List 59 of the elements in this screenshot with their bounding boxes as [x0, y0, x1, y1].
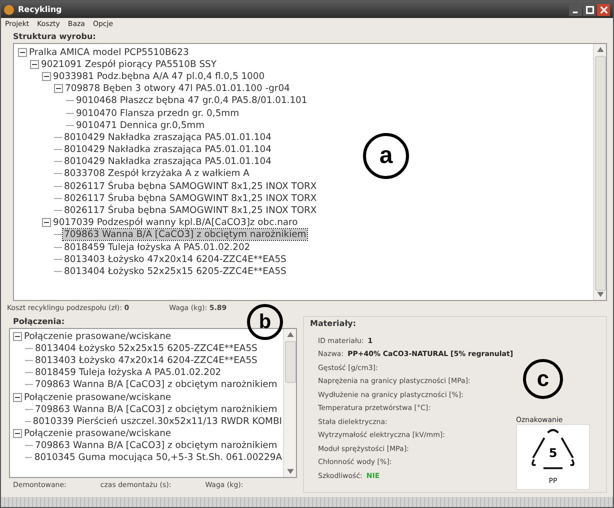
tree-item[interactable]: 8026117 Śruba bębna SAMOGWINT 8x1,25 INOX TORX — [63, 205, 318, 216]
tree-item[interactable]: 8013403 Łożysko 47x20x14 6204-ZZC4E**EA5S — [34, 354, 258, 366]
tree-item[interactable]: 8010345 Guma mocująca 50,+5-3 St.Sh. 061.00229A — [33, 452, 283, 464]
scrollbar-thumb[interactable] — [284, 341, 296, 383]
scrollbar-thumb[interactable] — [594, 56, 606, 291]
tree-item[interactable]: 8010429 Nakładka zraszająca PA5.01.01.104 — [63, 156, 272, 168]
tree-item[interactable]: 8033708 Zespół krzyżaka A z wałkiem A — [63, 168, 250, 180]
section-label: Struktura wyrobu: — [13, 31, 96, 43]
annotation-callout: b — [247, 304, 283, 340]
minimize-button[interactable] — [569, 4, 582, 16]
tree-item[interactable]: 9021091 Zespół piorący PA5510B SSY — [40, 58, 218, 70]
tree-item[interactable]: Połączenie prasowane/wciskane — [23, 428, 172, 440]
tree-item[interactable]: 8013403 Łożysko 47x20x14 6204-ZZC4E**EA5S — [63, 254, 288, 265]
close-button[interactable] — [597, 4, 610, 16]
scrollbar[interactable] — [283, 329, 296, 477]
tree-item[interactable]: Połączenie prasowane/wciskane — [23, 392, 172, 403]
tree-item[interactable]: 8018459 Tuleja łożyska A PA5.01.02.202 — [34, 367, 222, 378]
app-icon — [4, 4, 14, 14]
tree-item[interactable]: 8026117 Śruba bębna SAMOGWINT 8x1,25 INOX TORX — [63, 180, 318, 192]
window-title: Recykling — [18, 5, 63, 14]
tree-item[interactable]: 8013404 Łożysko 52x25x15 6205-ZZC4E**EA5S — [63, 266, 288, 277]
tree-item[interactable]: 8010429 Nakładka zraszająca PA5.01.01.104 — [63, 132, 272, 143]
collapse-icon[interactable] — [30, 60, 39, 69]
collapse-icon[interactable] — [42, 218, 51, 228]
collapse-icon[interactable] — [13, 332, 22, 341]
tree-item[interactable]: 9010471 Dennica gr.0,5mm — [75, 120, 206, 131]
tree-item[interactable]: 8018459 Tuleja łożyska A PA5.01.02.202 — [63, 242, 252, 253]
scroll-up-icon — [596, 47, 604, 52]
collapse-icon[interactable] — [42, 72, 51, 81]
collapse-icon[interactable] — [18, 48, 27, 57]
maximize-icon — [586, 6, 594, 14]
tree-item[interactable]: Pralka AMICA model PCP5510B623 — [28, 46, 190, 58]
maximize-button[interactable] — [583, 4, 596, 16]
scrollbar[interactable] — [593, 44, 606, 300]
tree-item[interactable]: 9017039 Podzespół wanny kpl.B/A[CaCO3]z obc.naro — [52, 217, 299, 228]
section-label: Materiały: — [310, 318, 356, 330]
tree-item[interactable]: 9010470 Flansza przedn gr. 0,5mm — [75, 108, 240, 119]
annotation-callout: a — [363, 133, 409, 179]
collapse-icon[interactable] — [13, 429, 22, 438]
tree-item[interactable]: 709863 Wanna B/A [CaCO3] z obciętym narożnikiem — [34, 440, 278, 452]
resin-number: 5 — [548, 446, 558, 460]
close-icon — [600, 6, 608, 14]
tree-item[interactable]: 8013404 Łożysko 52x25x15 6205-ZZC4E**EA5S — [34, 342, 258, 354]
collapse-icon[interactable] — [54, 84, 63, 94]
tree-item[interactable]: 8010429 Nakładka zraszająca PA5.01.01.104 — [63, 144, 272, 156]
tree-item[interactable]: 9033981 Podz.bębna A/A 47 pl.0,4 fl.0,5 1000 — [52, 70, 266, 82]
scroll-down-icon — [286, 469, 294, 474]
tree-item[interactable]: 8010339 Pierścień uszczel.30x52x11/13 RWDR KOMBI — [32, 416, 283, 427]
tree-item[interactable]: 8026117 Śruba bębna SAMOGWINT 8x1,25 INOX TORX — [63, 192, 318, 204]
section-label: Połączenia: — [13, 316, 65, 328]
tree-item[interactable]: 9010468 Płaszcz bębna 47 gr.0,4 PA5.8/01.01.101 — [75, 95, 308, 106]
tree-item[interactable]: 709878 Bęben 3 otwory 47l PA5.01.01.100 -gr04 — [64, 83, 291, 94]
tree-item[interactable]: 709863 Wanna B/A [CaCO3] z obciętym narożnikiem — [34, 379, 278, 390]
annotation-callout: c — [523, 359, 563, 399]
collapse-icon[interactable] — [13, 392, 22, 402]
scroll-up-icon — [286, 332, 294, 337]
tree-item[interactable]: 709863 Wanna B/A [CaCO3] z obciętym narożnikiem — [34, 404, 278, 415]
tree-item[interactable]: 709863 Wanna B/A [CaCO3] z obciętym narożnikiem — [63, 229, 308, 240]
tree-item[interactable]: Połączenie prasowane/wciskane — [23, 330, 172, 342]
